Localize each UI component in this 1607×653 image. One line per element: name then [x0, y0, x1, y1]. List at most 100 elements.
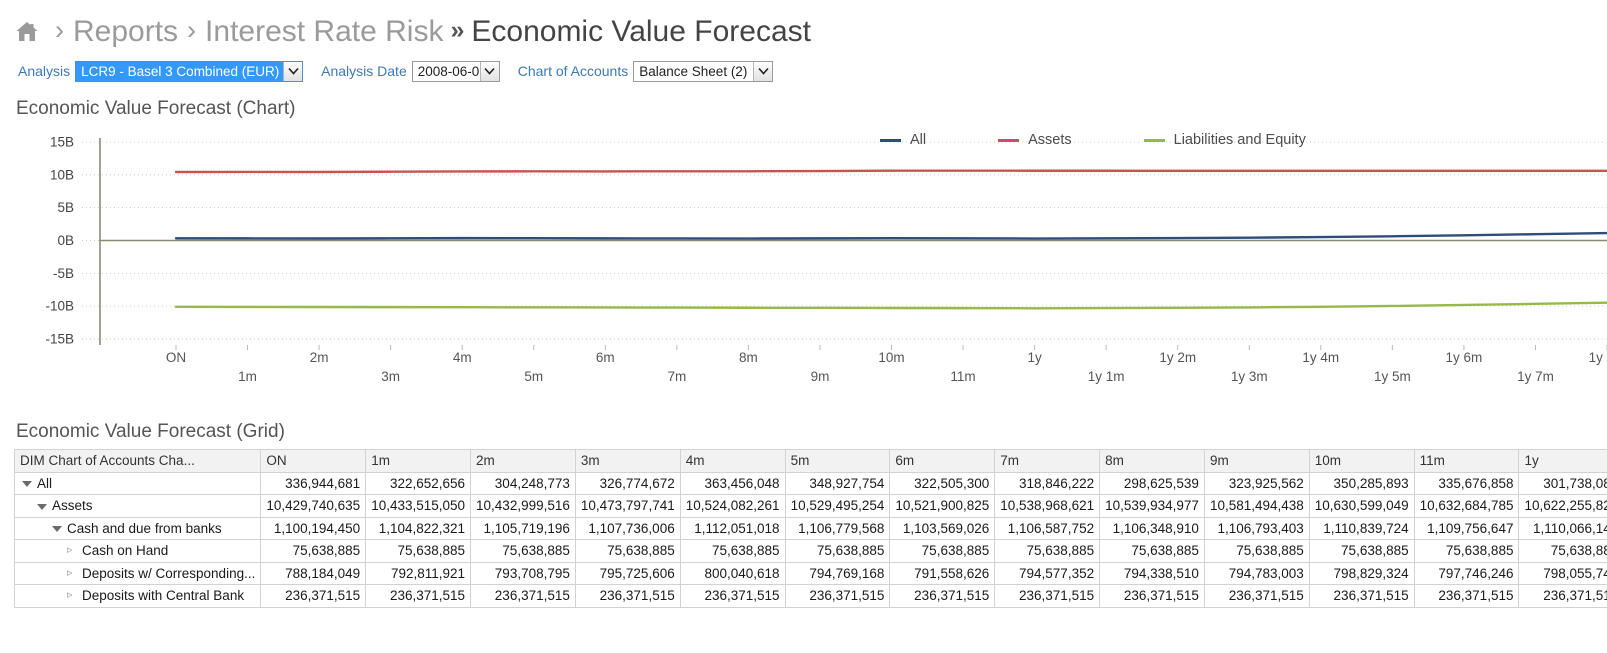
table-cell-value: 236,371,515	[574, 584, 681, 608]
table-cell-value: 1,110,066,148	[1518, 516, 1607, 540]
table-cell-value: 75,638,885	[1203, 539, 1310, 563]
legend-item-all[interactable]: All	[880, 132, 926, 148]
column-header-1y[interactable]: 1y	[1518, 449, 1607, 473]
table-cell-value: 1,109,756,647	[1413, 516, 1520, 540]
breadcrumb-item-reports[interactable]: Reports	[73, 17, 178, 47]
table-cell-value: 10,433,515,050	[365, 494, 472, 518]
chevron-down-icon[interactable]	[283, 61, 303, 81]
collapse-triangle-icon[interactable]	[37, 503, 47, 510]
column-header-dimension[interactable]: DIM Chart of Accounts Cha...	[13, 449, 262, 473]
row-label-cell[interactable]: ▹ Deposits w/ Corresponding...	[13, 561, 262, 585]
table-cell-value: 10,429,740,635	[260, 494, 367, 518]
row-label: All	[37, 475, 53, 491]
table-row[interactable]: ▹ Cash on Hand 75,638,885 75,638,885 75,638,…	[13, 539, 1607, 563]
collapse-triangle-icon[interactable]	[22, 481, 32, 488]
table-cell-value: 1,110,839,724	[1308, 516, 1415, 540]
breadcrumb-item-interest-rate-risk[interactable]: Interest Rate Risk	[205, 17, 443, 47]
table-cell-value: 1,103,569,026	[889, 516, 996, 540]
table-cell-value: 236,371,515	[1203, 584, 1310, 608]
analysis-date-select-value: 2008-06-01	[417, 63, 480, 79]
row-label: Assets	[52, 498, 93, 514]
legend-label: Liabilities and Equity	[1173, 132, 1306, 148]
column-header-7m[interactable]: 7m	[994, 449, 1101, 473]
table-cell-value: 10,538,968,621	[994, 494, 1101, 518]
breadcrumb: › Reports › Interest Rate Risk » Economi…	[0, 0, 1607, 56]
collapse-triangle-icon[interactable]	[52, 526, 62, 533]
table-cell-value: 75,638,885	[470, 539, 576, 563]
table-row[interactable]: ▹ Deposits with Central Bank 236,371,515 23…	[13, 584, 1607, 608]
svg-text:0B: 0B	[57, 233, 74, 248]
table-cell-value: 788,184,049	[260, 561, 367, 585]
row-label-cell[interactable]: ▹ Cash on Hand	[13, 539, 262, 563]
chart-of-accounts-select[interactable]: Balance Sheet (2)	[633, 60, 774, 82]
row-label-cell[interactable]: Cash and due from banks	[13, 516, 262, 540]
table-cell-value: 10,630,599,049	[1308, 494, 1415, 518]
svg-text:10B: 10B	[50, 167, 74, 182]
analysis-select[interactable]: LCR9 - Basel 3 Combined (EUR)	[75, 60, 304, 82]
table-cell-value: 1,104,822,321	[365, 516, 472, 540]
table-cell-value: 798,829,324	[1308, 561, 1415, 585]
legend-item-liabilities-and-equity[interactable]: Liabilities and Equity	[1143, 132, 1306, 148]
table-cell-value: 10,529,495,254	[784, 494, 891, 518]
table-cell-value: 236,371,515	[470, 584, 576, 608]
table-cell-value: 236,371,515	[1308, 584, 1415, 608]
expand-triangle-icon[interactable]: ▹	[67, 567, 78, 579]
table-row[interactable]: All 336,944,681 322,652,656 304,248,773 326,…	[13, 471, 1607, 495]
legend-item-assets[interactable]: Assets	[998, 132, 1072, 148]
chart-canvas: 15B 10B 5B 0B -5B -10B -15B ON 1m 2m 3m 4m 5m 6m 7m 8m 9…	[45, 135, 1607, 384]
svg-text:1y 1m: 1y 1m	[1088, 369, 1125, 384]
svg-text:5m: 5m	[524, 369, 543, 384]
row-label-cell[interactable]: ▹ Deposits with Central Bank	[13, 584, 262, 608]
expand-triangle-icon[interactable]: ▹	[67, 545, 78, 556]
column-header-on[interactable]: ON	[260, 449, 367, 473]
table-row[interactable]: Assets 10,429,740,635 10,433,515,050 10,432…	[13, 494, 1607, 518]
table-cell-value: 1,100,194,450	[260, 516, 367, 540]
table-cell-value: 794,577,352	[994, 561, 1101, 585]
column-header-6m[interactable]: 6m	[889, 449, 996, 473]
column-header-10m[interactable]: 10m	[1308, 449, 1415, 473]
breadcrumb-separator-2: ›	[187, 14, 197, 45]
table-row[interactable]: ▹ Deposits w/ Corresponding... 788,184,049…	[13, 561, 1607, 585]
column-header-3m[interactable]: 3m	[574, 449, 681, 473]
column-header-2m[interactable]: 2m	[470, 449, 576, 473]
table-cell-value: 75,638,885	[260, 539, 367, 563]
svg-text:ON: ON	[166, 350, 186, 365]
table-cell-value: 75,638,885	[889, 539, 996, 563]
table-cell-value: 363,456,048	[679, 471, 786, 495]
table-cell-value: 350,285,893	[1308, 471, 1415, 495]
column-header-5m[interactable]: 5m	[784, 449, 891, 473]
chart-series-liabilities-and-equity	[174, 301, 1607, 310]
chevron-down-icon[interactable]	[753, 61, 773, 81]
table-cell-value: 798,055,748	[1518, 561, 1607, 585]
analysis-date-select[interactable]: 2008-06-01	[411, 60, 500, 82]
column-header-4m[interactable]: 4m	[679, 449, 786, 473]
chart-legend: All Assets Liabilities and Equity	[880, 132, 1378, 148]
row-label-cell[interactable]: All	[13, 471, 262, 495]
economic-value-forecast-grid[interactable]: DIM Chart of Accounts Cha... ON 1m 2m 3m 4m 5m…	[0, 449, 1607, 608]
table-row[interactable]: Cash and due from banks 1,100,194,450 1,10…	[13, 516, 1607, 540]
row-label-cell[interactable]: Assets	[13, 494, 262, 518]
chevron-down-icon[interactable]	[479, 61, 499, 81]
table-cell-value: 10,539,934,977	[1099, 494, 1205, 518]
table-cell-value: 75,638,885	[365, 539, 472, 563]
svg-text:5B: 5B	[57, 200, 74, 215]
svg-text:6m: 6m	[596, 350, 615, 365]
table-cell-value: 75,638,885	[1413, 539, 1520, 563]
table-cell-value: 323,925,562	[1203, 471, 1310, 495]
column-header-8m[interactable]: 8m	[1099, 449, 1205, 473]
chart-of-accounts-filter-group: Chart of Accounts Balance Sheet (2)	[518, 60, 774, 82]
table-cell-value: 10,622,255,825	[1518, 494, 1607, 518]
table-cell-value: 236,371,515	[1518, 584, 1607, 608]
column-header-9m[interactable]: 9m	[1203, 449, 1310, 473]
table-cell-value: 322,505,300	[889, 471, 996, 495]
table-cell-value: 800,040,618	[679, 561, 786, 585]
table-cell-value: 75,638,885	[1518, 539, 1607, 563]
row-label: Deposits with Central Bank	[82, 588, 245, 604]
table-cell-value: 795,725,606	[574, 561, 681, 585]
home-icon[interactable]	[14, 19, 40, 45]
column-header-1m[interactable]: 1m	[365, 449, 472, 473]
table-cell-value: 336,944,681	[260, 471, 367, 495]
column-header-11m[interactable]: 11m	[1413, 449, 1520, 473]
expand-triangle-icon[interactable]: ▹	[67, 590, 78, 601]
chart-of-accounts-select-value: Balance Sheet (2)	[639, 63, 748, 79]
